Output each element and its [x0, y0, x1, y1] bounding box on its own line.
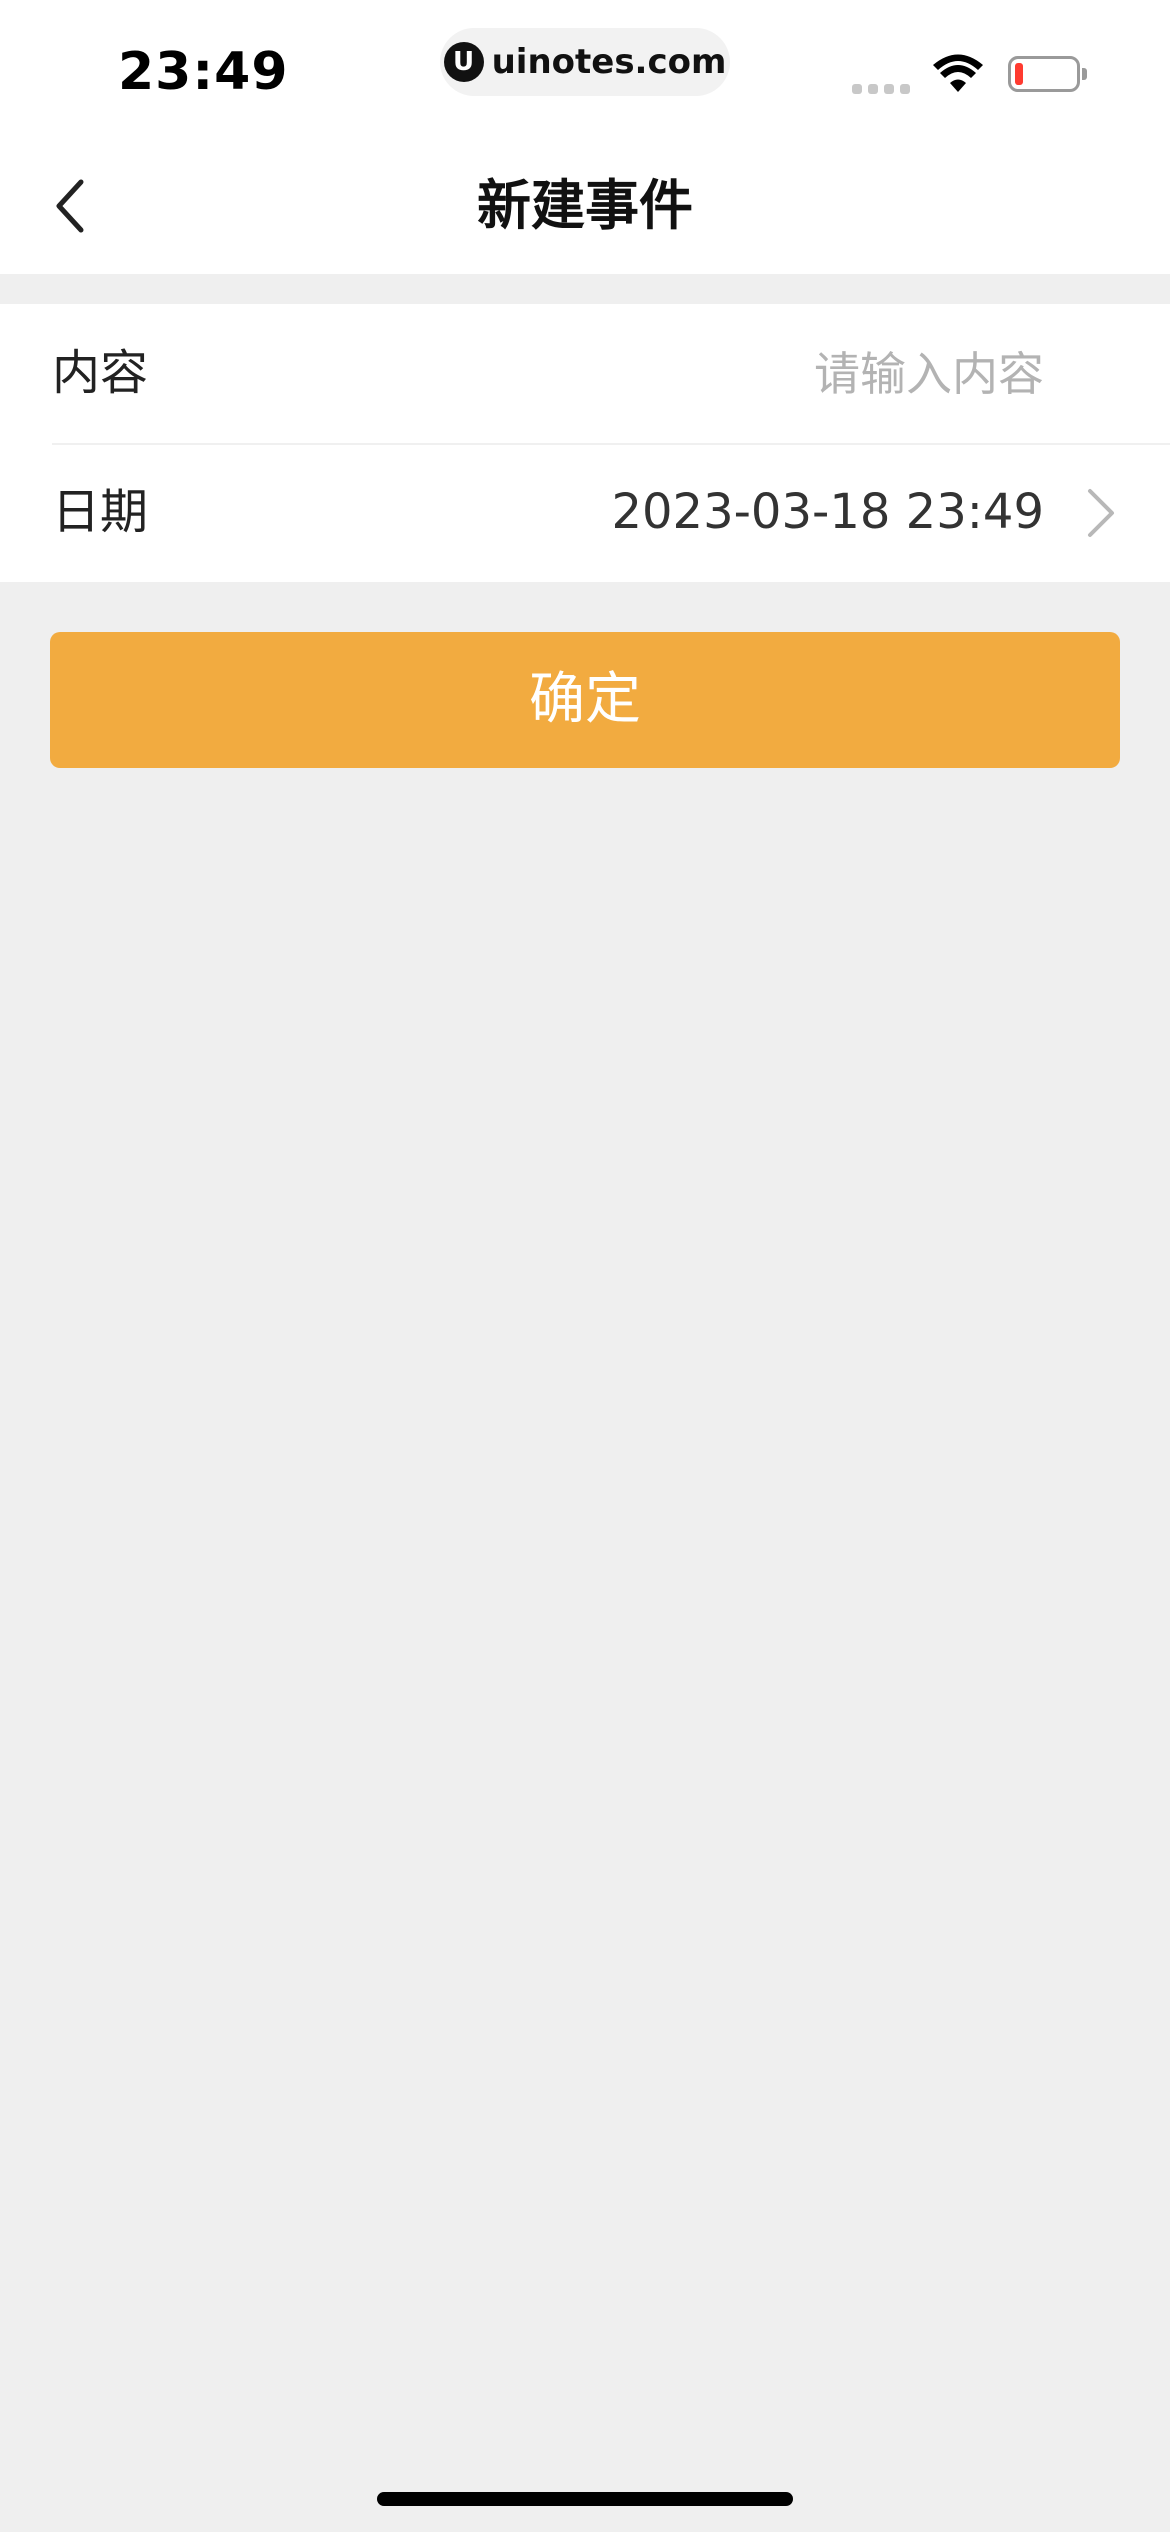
- confirm-button[interactable]: 确定: [50, 632, 1120, 768]
- page-title: 新建事件: [477, 174, 693, 237]
- home-indicator: [377, 2492, 793, 2506]
- status-time: 23:49: [118, 42, 289, 102]
- uinotes-logo-icon: U: [443, 42, 484, 82]
- date-label: 日期: [52, 484, 149, 540]
- url-text: uinotes.com: [491, 42, 727, 82]
- battery-icon: [1008, 56, 1087, 92]
- content-label: 内容: [52, 345, 149, 401]
- status-bar: 23:49 U uinotes.com: [0, 0, 1170, 138]
- wifi-icon: [932, 54, 984, 98]
- event-form: 内容 日期 2023-03-18 23:49: [0, 304, 1170, 582]
- signal-icon: [852, 84, 910, 94]
- chevron-right-icon: [1088, 489, 1114, 537]
- content-input[interactable]: [484, 344, 1044, 404]
- url-pill[interactable]: U uinotes.com: [440, 28, 730, 96]
- nav-bar: 新建事件: [0, 138, 1170, 274]
- chevron-left-icon: [56, 179, 84, 233]
- date-row[interactable]: 日期 2023-03-18 23:49: [0, 443, 1170, 582]
- back-button[interactable]: [30, 168, 110, 244]
- content-row[interactable]: 内容: [0, 304, 1170, 443]
- date-value: 2023-03-18 23:49: [611, 484, 1044, 540]
